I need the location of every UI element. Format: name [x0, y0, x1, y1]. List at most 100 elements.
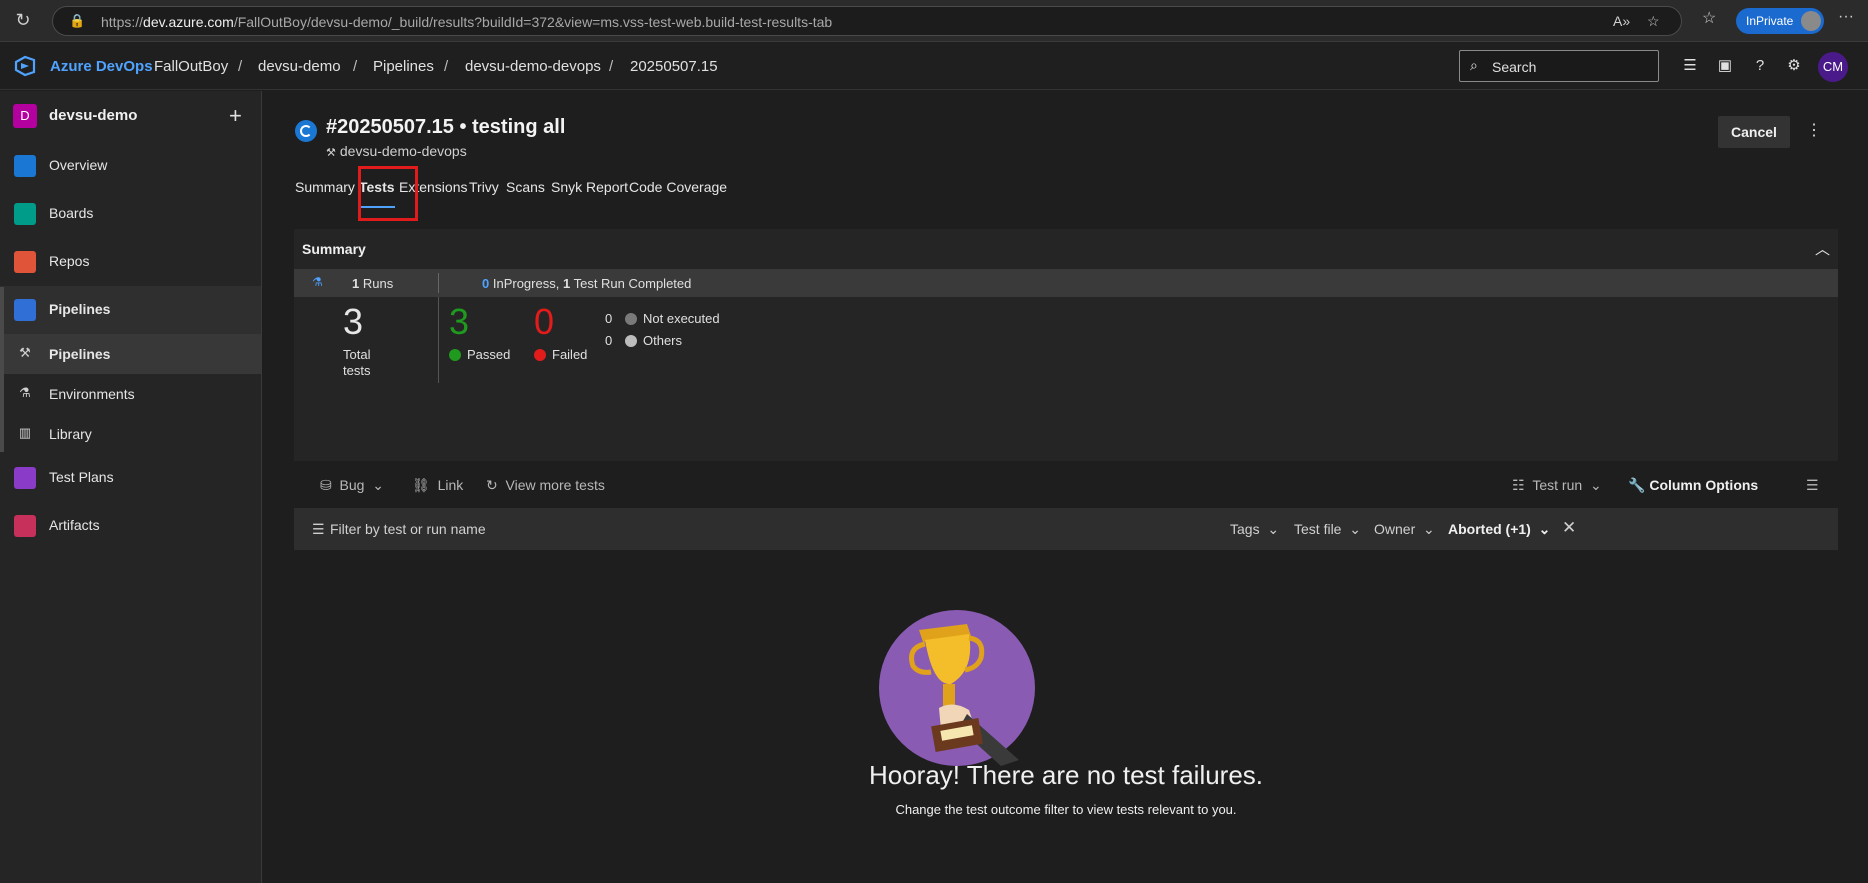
list-icon: ☷	[1512, 477, 1525, 493]
pipeline-link[interactable]: ⚒ devsu-demo-devops	[326, 143, 467, 159]
refresh-icon: ↻	[486, 477, 498, 493]
lock-icon: 🔒	[69, 13, 86, 28]
others-dot-icon	[625, 335, 637, 347]
filter-input[interactable]: Filter by test or run name	[330, 521, 486, 537]
url-text[interactable]: https://dev.azure.com/FallOutBoy/devsu-d…	[101, 14, 832, 30]
repos-icon	[14, 251, 36, 273]
wrench-icon: 🔧	[1628, 477, 1646, 493]
highlight-box	[358, 166, 418, 221]
trophy-illustration	[879, 610, 1035, 766]
address-bar[interactable]: 🔒 https://dev.azure.com/FallOutBoy/devsu…	[52, 6, 1682, 36]
filter-bar: ☰ Filter by test or run name Tags ⌄ Test…	[294, 508, 1838, 550]
cancel-button[interactable]: Cancel	[1718, 116, 1790, 148]
empty-state-hint: Change the test outcome filter to view t…	[895, 802, 1237, 817]
tab-code-coverage[interactable]: Code Coverage	[629, 179, 727, 195]
outcome-dropdown[interactable]: Aborted (+1) ⌄	[1448, 521, 1550, 538]
tags-dropdown[interactable]: Tags ⌄	[1230, 521, 1279, 538]
search-input[interactable]: ⌕ Search	[1459, 50, 1659, 82]
breadcrumb-separator: /	[609, 58, 614, 75]
inprivate-label: InPrivate	[1746, 14, 1794, 28]
breadcrumb-project[interactable]: devsu-demo	[258, 58, 341, 75]
failed-dot-icon	[534, 349, 546, 361]
pipelines-icon	[14, 299, 36, 321]
chevron-down-icon: ⌄	[1267, 521, 1280, 537]
empty-state-title: Hooray! There are no test failures.	[868, 760, 1264, 790]
filter-icon[interactable]: ☰	[1806, 477, 1819, 494]
test-run-groupby[interactable]: ☷ Test run ⌄	[1512, 477, 1602, 494]
tab-scans[interactable]: Scans	[506, 179, 545, 195]
marketplace-bag-icon[interactable]: ▣	[1715, 56, 1735, 76]
owner-dropdown[interactable]: Owner ⌄	[1374, 521, 1435, 538]
sidebar-item-pipelines[interactable]: Pipelines	[0, 286, 261, 334]
breadcrumb-pipelines[interactable]: Pipelines	[373, 58, 434, 75]
sidebar-item-test-plans[interactable]: Test Plans	[0, 454, 261, 502]
inprivate-badge[interactable]: InPrivate	[1736, 8, 1824, 34]
avatar[interactable]: CM	[1818, 52, 1848, 82]
chevron-up-icon[interactable]: ︿	[1815, 238, 1830, 259]
summary-title: Summary	[302, 241, 366, 257]
column-options-label: Column Options	[1649, 477, 1759, 493]
tab-summary[interactable]: Summary	[295, 179, 355, 195]
brand-name[interactable]: Azure DevOps	[50, 58, 153, 75]
runs-count-value: 1	[352, 276, 360, 291]
others-row: 0 Others	[605, 333, 682, 348]
sidebar-item-label: Boards	[49, 205, 94, 221]
link-button[interactable]: ⛓ Link	[412, 477, 463, 494]
ado-header: Azure DevOps FallOutBoy / devsu-demo / P…	[0, 43, 1868, 90]
url-host: dev.azure.com	[143, 14, 234, 30]
runs-count[interactable]: 1 Runs	[352, 276, 393, 291]
favorite-star-icon[interactable]: ☆	[1647, 13, 1660, 30]
chevron-down-icon: ⌄	[1538, 521, 1551, 537]
tab-snyk-report[interactable]: Snyk Report	[551, 179, 628, 195]
main-content: #20250507.15 • testing all ⚒ devsu-demo-d…	[263, 91, 1868, 883]
test-run-label: Test run	[1532, 477, 1583, 493]
sidebar-item-repos[interactable]: Repos	[0, 238, 261, 286]
pipeline-icon: ⚒	[326, 147, 336, 159]
sidebar-item-artifacts[interactable]: Artifacts	[0, 502, 261, 550]
filter-icon: ☰	[312, 521, 325, 537]
browser-toolbar: ↻ 🔒 https://dev.azure.com/FallOutBoy/dev…	[0, 0, 1868, 42]
sidebar-subitem-environments[interactable]: ⚗ Environments	[0, 374, 261, 414]
breadcrumb-run[interactable]: 20250507.15	[630, 58, 718, 75]
bug-button[interactable]: ⛁ Bug ⌄	[320, 477, 384, 494]
favorites-icon[interactable]: ☆	[1702, 8, 1716, 28]
browser-menu-icon[interactable]: ···	[1838, 8, 1854, 26]
clear-filters-icon[interactable]: ✕	[1562, 518, 1576, 538]
link-label: Link	[437, 477, 464, 493]
breadcrumb-pipeline-name[interactable]: devsu-demo-devops	[465, 58, 601, 75]
more-actions-icon[interactable]: ⋮	[1806, 120, 1822, 140]
inprogress-count: 0	[482, 276, 490, 291]
view-more-tests-button[interactable]: ↻ View more tests	[486, 477, 605, 494]
url-prefix: https://	[101, 14, 144, 30]
failed-label-text: Failed	[552, 347, 588, 362]
failed-count: 0	[534, 301, 555, 342]
azure-devops-logo-icon[interactable]	[14, 55, 36, 77]
url-path: /FallOutBoy/devsu-demo/_build/results?bu…	[233, 14, 833, 30]
sidebar-item-label: Repos	[49, 253, 90, 269]
breadcrumb-separator: /	[353, 58, 358, 75]
sidebar-item-overview[interactable]: Overview	[0, 142, 261, 190]
add-icon[interactable]: +	[229, 103, 242, 129]
read-aloud-icon[interactable]: A»	[1613, 13, 1630, 29]
environments-icon: ⚗	[19, 385, 31, 400]
sidebar-subitem-library[interactable]: ▥ Library	[0, 414, 261, 454]
project-selector[interactable]: D devsu-demo +	[13, 103, 242, 129]
project-name: devsu-demo	[49, 107, 138, 124]
search-icon: ⌕	[1470, 57, 1478, 73]
chevron-down-icon: ⌄	[1589, 477, 1602, 493]
help-icon[interactable]: ?	[1750, 56, 1770, 76]
sidebar-subitem-pipelines[interactable]: ⚒ Pipelines	[0, 334, 261, 374]
tab-trivy[interactable]: Trivy	[469, 179, 499, 195]
sidebar-subitem-label: Library	[49, 426, 92, 442]
divider	[438, 297, 439, 383]
user-settings-icon[interactable]: ⚙	[1784, 56, 1804, 76]
view-more-label: View more tests	[505, 477, 605, 493]
refresh-icon[interactable]: ↻	[12, 9, 34, 31]
test-file-dropdown[interactable]: Test file ⌄	[1294, 521, 1361, 538]
overview-icon	[14, 155, 36, 177]
work-items-icon[interactable]: ☰	[1680, 56, 1700, 76]
sidebar-item-boards[interactable]: Boards	[0, 190, 261, 238]
pipelines-sub-icon: ⚒	[19, 345, 31, 360]
breadcrumb-org[interactable]: FallOutBoy	[154, 58, 228, 75]
column-options-button[interactable]: 🔧 Column Options	[1628, 477, 1758, 494]
